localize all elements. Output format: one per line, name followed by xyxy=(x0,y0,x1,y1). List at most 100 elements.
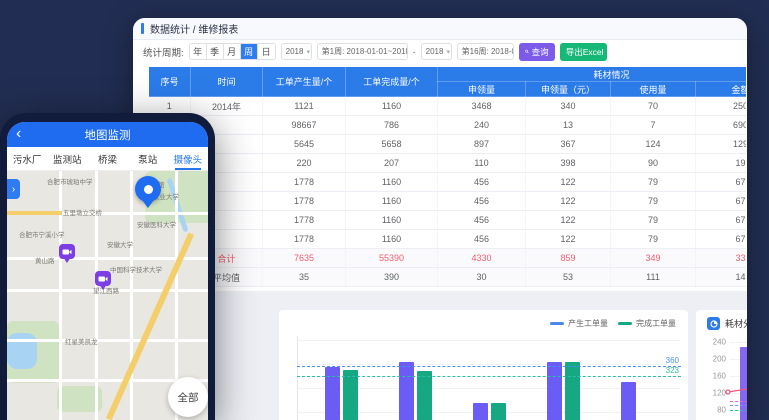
period-segment-月[interactable]: 月 xyxy=(224,44,241,59)
table-cell: 2014年 xyxy=(191,97,263,116)
sub-column-header: 申领量 xyxy=(438,82,526,97)
table-cell: 124 xyxy=(611,135,696,154)
phone-tab-监测站[interactable]: 监测站 xyxy=(47,147,87,170)
table-cell: 90 xyxy=(611,154,696,173)
table-cell: 14 xyxy=(696,268,747,287)
sub-column-header: 金额 xyxy=(696,82,747,97)
y-axis-tick: 200 xyxy=(698,355,726,364)
reference-line xyxy=(297,366,681,367)
table-cell: 67 xyxy=(696,211,747,230)
table-cell: 111 xyxy=(611,268,696,287)
year-start-select[interactable]: 2018 ▾ xyxy=(281,43,312,60)
table-cell: 5658 xyxy=(346,135,438,154)
query-button[interactable]: 查询 xyxy=(519,43,555,61)
map-road xyxy=(59,171,62,420)
table-cell: 67 xyxy=(696,173,747,192)
period-segment-年[interactable]: 年 xyxy=(190,44,207,59)
table-cell: 390 xyxy=(346,268,438,287)
year-end-select[interactable]: 2018 ▾ xyxy=(421,43,452,60)
table-cell: 1160 xyxy=(346,97,438,116)
table-header-row: 序号时间工单产生量/个工单完成量/个耗材情况 xyxy=(149,67,747,82)
sub-column-header: 使用量 xyxy=(611,82,696,97)
table-cell: 240 xyxy=(438,116,526,135)
chart-gridline xyxy=(297,364,680,365)
phone-tab-摄像头[interactable]: 摄像头 xyxy=(168,147,208,170)
y-axis-line xyxy=(297,336,298,420)
bar-完成工单量-1 xyxy=(343,370,358,420)
table-row: 12014年11211160346834070250 xyxy=(149,97,747,116)
table-scroll-area[interactable]: 序号时间工单产生量/个工单完成量/个耗材情况申领量申领量（元）使用量金额1201… xyxy=(148,66,746,287)
table-cell: 5645 xyxy=(263,135,346,154)
table-cell: 1160 xyxy=(346,173,438,192)
table-cell: 456 xyxy=(438,173,526,192)
period-segments: 年季月周日 xyxy=(189,43,276,60)
all-filter-button[interactable]: 全部 xyxy=(168,377,208,417)
period-segment-季[interactable]: 季 xyxy=(207,44,224,59)
export-excel-button[interactable]: 导出Excel xyxy=(560,43,607,61)
y-axis-tick: 240 xyxy=(698,338,726,347)
table-cell: 340 xyxy=(526,97,611,116)
legend-label: 产生工单量 xyxy=(568,318,608,329)
table-cell: 67 xyxy=(696,192,747,211)
map-label: 安徽医科大学 xyxy=(137,219,176,229)
back-chevron-icon[interactable]: ‹ xyxy=(16,124,21,144)
sidebar-expand-button[interactable]: › xyxy=(7,179,20,199)
table-cell: 859 xyxy=(526,249,611,268)
legend-item[interactable]: 产生工单量 xyxy=(550,318,608,329)
table-cell: 67 xyxy=(696,230,747,249)
phone-tab-污水厂[interactable]: 污水厂 xyxy=(7,147,47,170)
range-end-input[interactable]: 第16周: 2018-04-16~2018-04-22 xyxy=(457,43,514,60)
table-cell: 367 xyxy=(526,135,611,154)
camera-marker[interactable] xyxy=(59,244,75,259)
table-cell: 398 xyxy=(526,154,611,173)
table-cell: 456 xyxy=(438,230,526,249)
bar-完成工单量-4 xyxy=(565,362,580,420)
table-cell: 1160 xyxy=(346,230,438,249)
selected-camera-pin[interactable] xyxy=(135,176,161,202)
chart-legend: 产生工单量完成工单量 xyxy=(550,318,676,329)
search-icon xyxy=(525,47,529,56)
table-row: 42202071103989019 xyxy=(149,154,747,173)
bar-产生工单量-5 xyxy=(621,382,636,420)
table-cell: 122 xyxy=(526,211,611,230)
map-view[interactable]: › 全部 合肥市琥珀中学体育馆安徽农业大学五里墩立交桥安徽医科大学合肥市宁溪小学… xyxy=(7,171,208,420)
table-cell: 79 xyxy=(611,211,696,230)
y-axis-tick: 120 xyxy=(698,389,726,398)
period-segment-周[interactable]: 周 xyxy=(241,44,258,59)
chart-gridline xyxy=(730,342,747,343)
table-cell: 98667 xyxy=(263,116,346,135)
phone-overlay: ‹ 地图监测 污水厂监测站桥梁泵站摄像头 xyxy=(0,113,215,420)
table-cell: 33 xyxy=(696,249,747,268)
phone-tab-桥梁[interactable]: 桥梁 xyxy=(87,147,127,170)
legend-item[interactable]: 完成工单量 xyxy=(618,318,676,329)
reference-line xyxy=(730,405,747,406)
table-cell: 110 xyxy=(438,154,526,173)
table-cell: 122 xyxy=(526,230,611,249)
workorder-chart-card: 360323产生工单量完成工单量 xyxy=(279,310,688,420)
range-start-input[interactable]: 第1周: 2018-01-01~2018-01-07 xyxy=(317,43,408,60)
pie-icon xyxy=(710,320,718,328)
table-cell: 786 xyxy=(346,116,438,135)
table-cell: 1778 xyxy=(263,211,346,230)
map-label: 五里墩立交桥 xyxy=(63,207,102,217)
period-segment-日[interactable]: 日 xyxy=(258,44,275,59)
report-table: 序号时间工单产生量/个工单完成量/个耗材情况申领量申领量（元）使用量金额1201… xyxy=(148,66,746,287)
camera-marker[interactable] xyxy=(95,271,111,286)
chart-title: 耗材分析 xyxy=(725,317,747,330)
table-cell: 1778 xyxy=(263,173,346,192)
map-label: 红星美凯龙 xyxy=(65,336,98,346)
map-label: 黄山路 xyxy=(35,255,55,265)
table-cell: 3468 xyxy=(438,97,526,116)
map-label: 合肥市宁溪小学 xyxy=(19,229,65,239)
reference-line-label: 323 xyxy=(631,366,679,375)
phone-tab-bar: 污水厂监测站桥梁泵站摄像头 xyxy=(7,147,208,171)
table-cell: 1160 xyxy=(346,211,438,230)
bar-完成工单量-3 xyxy=(491,403,506,420)
table-body: 12014年1121116034683407025029866778624013… xyxy=(149,97,747,287)
year-start-value: 2018 xyxy=(286,47,304,56)
year-end-value: 2018 xyxy=(426,47,444,56)
phone-tab-泵站[interactable]: 泵站 xyxy=(128,147,168,170)
table-cell: 1160 xyxy=(346,192,438,211)
map-label: 安徽大学 xyxy=(107,239,133,249)
range-separator: - xyxy=(413,47,416,57)
